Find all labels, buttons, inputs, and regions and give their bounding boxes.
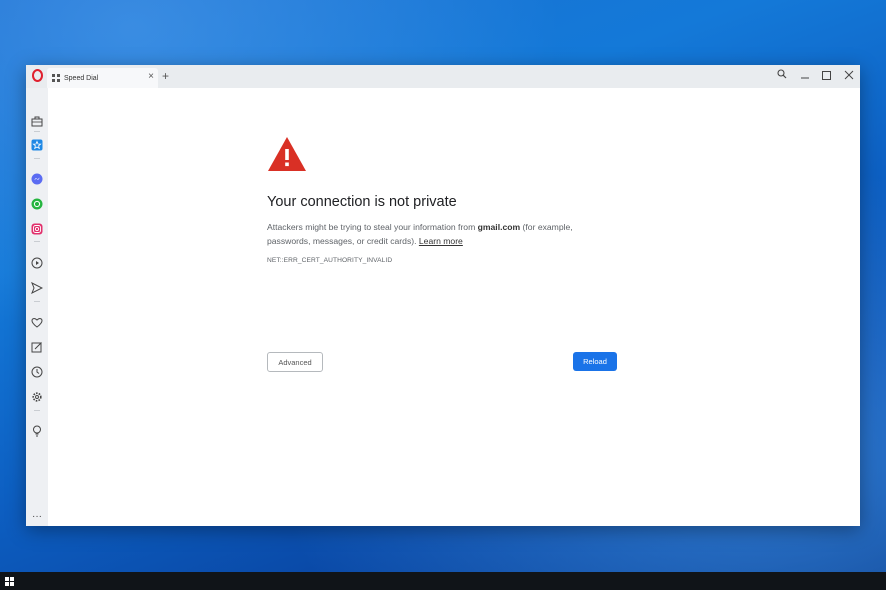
learn-more-link[interactable]: Learn more xyxy=(419,236,463,246)
speed-dial-icon[interactable] xyxy=(31,139,43,151)
pinboard-icon[interactable] xyxy=(31,341,43,353)
minimize-icon[interactable] xyxy=(800,70,810,80)
taskbar xyxy=(0,572,886,590)
messenger-icon[interactable] xyxy=(31,173,43,185)
domain-name: gmail.com xyxy=(477,222,521,232)
title-bar: Speed Dial × + xyxy=(26,65,860,88)
my-flow-icon[interactable] xyxy=(31,282,43,294)
advanced-button[interactable]: Advanced xyxy=(267,352,323,372)
tab-speed-dial[interactable]: Speed Dial × xyxy=(47,68,158,88)
workspaces-icon[interactable] xyxy=(31,115,43,127)
maximize-icon[interactable] xyxy=(822,71,831,80)
close-window-icon[interactable] xyxy=(844,70,854,80)
sidebar: ··· xyxy=(26,88,48,526)
speed-dial-tab-icon xyxy=(52,74,60,82)
warning-icon xyxy=(268,137,306,171)
tab-close-icon[interactable]: × xyxy=(148,71,154,83)
sidebar-separator xyxy=(34,410,40,411)
page-title: Your connection is not private xyxy=(267,194,457,210)
error-code: NET::ERR_CERT_AUTHORITY_INVALID xyxy=(267,257,393,264)
new-tab-button[interactable]: + xyxy=(162,70,169,82)
browser-window: Speed Dial × + ··· Your connection is no… xyxy=(26,65,860,526)
opera-menu-icon[interactable] xyxy=(32,69,43,82)
bookmarks-icon[interactable] xyxy=(31,316,43,328)
sidebar-separator xyxy=(34,241,40,242)
player-icon[interactable] xyxy=(31,257,43,269)
reload-button[interactable]: Reload xyxy=(573,352,617,371)
tab-title: Speed Dial xyxy=(64,74,99,82)
history-icon[interactable] xyxy=(31,366,43,378)
instagram-icon[interactable] xyxy=(31,223,43,235)
settings-icon[interactable] xyxy=(31,391,43,403)
sidebar-separator xyxy=(34,158,40,159)
sidebar-separator xyxy=(34,301,40,302)
more-options-icon[interactable]: ··· xyxy=(32,512,42,522)
error-message: Attackers might be trying to steal your … xyxy=(267,220,607,248)
sidebar-separator xyxy=(34,131,40,132)
whatsapp-icon[interactable] xyxy=(31,198,43,210)
lightbulb-icon[interactable] xyxy=(31,425,43,437)
search-tabs-icon[interactable] xyxy=(777,69,787,79)
error-page: Your connection is not private Attackers… xyxy=(48,88,860,526)
message-prefix: Attackers might be trying to steal your … xyxy=(267,222,478,232)
windows-start-icon[interactable] xyxy=(5,577,14,586)
